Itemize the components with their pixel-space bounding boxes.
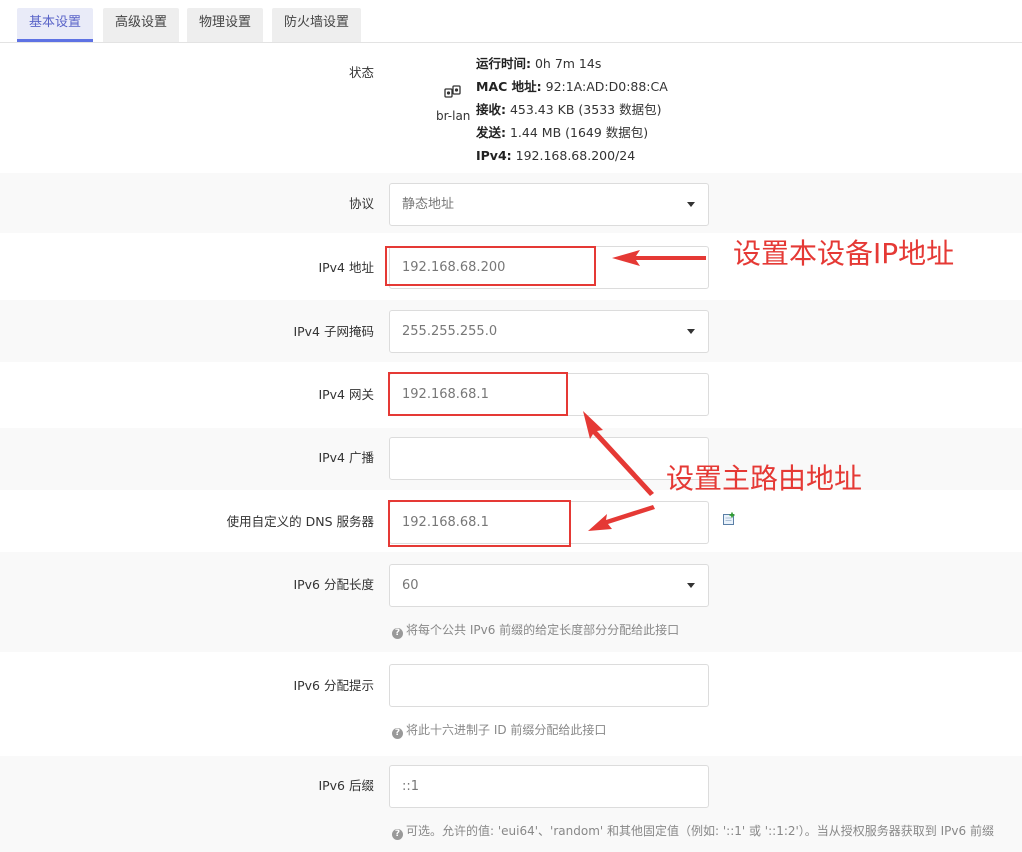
tab-advanced-settings[interactable]: 高级设置 bbox=[103, 8, 180, 42]
tab-basic-settings[interactable]: 基本设置 bbox=[17, 8, 94, 42]
ipv6-assign-label: IPv6 分配长度 bbox=[293, 577, 374, 592]
ipv4-broadcast-label: IPv4 广播 bbox=[318, 450, 374, 465]
ipv6-assign-select[interactable]: 60 bbox=[389, 564, 709, 607]
status-mac: MAC 地址: 92:1A:AD:D0:88:CA bbox=[476, 79, 668, 94]
ipv6-suffix-label: IPv6 后缀 bbox=[318, 778, 374, 793]
chevron-down-icon bbox=[687, 202, 695, 207]
network-bridge-icon bbox=[444, 85, 461, 98]
ipv6-assign-value: 60 bbox=[402, 578, 419, 593]
status-details: 运行时间: 0h 7m 14s MAC 地址: 92:1A:AD:D0:88:C… bbox=[476, 52, 668, 167]
ipv6-suffix-value: ::1 bbox=[402, 779, 420, 794]
chevron-down-icon bbox=[687, 583, 695, 588]
help-icon: ? bbox=[392, 728, 403, 739]
status-ipv4: IPv4: 192.168.68.200/24 bbox=[476, 148, 636, 163]
ipv4-gateway-label: IPv4 网关 bbox=[318, 387, 374, 402]
ipv4-address-value: 192.168.68.200 bbox=[402, 260, 506, 275]
help-icon: ? bbox=[392, 829, 403, 840]
ipv6-hint-help: ? 将此十六进制子 ID 前缀分配给此接口 bbox=[392, 721, 606, 739]
chevron-down-icon bbox=[687, 329, 695, 334]
ipv4-broadcast-input[interactable] bbox=[389, 437, 709, 480]
status-rx: 接收: 453.43 KB (3533 数据包) bbox=[476, 102, 662, 117]
ipv4-address-input[interactable]: 192.168.68.200 bbox=[389, 246, 709, 289]
tab-bar: 基本设置 高级设置 物理设置 防火墙设置 bbox=[0, 0, 1022, 43]
ipv4-netmask-select[interactable]: 255.255.255.0 bbox=[389, 310, 709, 353]
status-tx: 发送: 1.44 MB (1649 数据包) bbox=[476, 125, 649, 140]
ipv4-gateway-input[interactable]: 192.168.68.1 bbox=[389, 373, 709, 416]
dns-value: 192.168.68.1 bbox=[402, 515, 489, 530]
annotation-set-router: 设置主路由地址 bbox=[666, 462, 863, 495]
add-dns-icon[interactable] bbox=[722, 512, 736, 526]
ipv6-hint-input[interactable] bbox=[389, 664, 709, 707]
help-icon: ? bbox=[392, 628, 403, 639]
interface-name: br-lan bbox=[436, 109, 471, 123]
ipv4-netmask-label: IPv4 子网掩码 bbox=[293, 324, 374, 339]
tab-physical-settings[interactable]: 物理设置 bbox=[187, 8, 264, 42]
protocol-value: 静态地址 bbox=[402, 197, 455, 212]
ipv6-suffix-help: ? 可选。允许的值: 'eui64'、'random' 和其他固定值（例如: ':… bbox=[392, 822, 994, 840]
ipv6-assign-hint: ? 将每个公共 IPv6 前缀的给定长度部分分配给此接口 bbox=[392, 621, 679, 639]
protocol-label: 协议 bbox=[348, 196, 374, 211]
status-label: 状态 bbox=[348, 65, 374, 80]
tab-firewall-settings[interactable]: 防火墙设置 bbox=[272, 8, 362, 42]
protocol-select[interactable]: 静态地址 bbox=[389, 183, 709, 226]
dns-input[interactable]: 192.168.68.1 bbox=[389, 501, 709, 544]
ipv4-gateway-value: 192.168.68.1 bbox=[402, 387, 489, 402]
ipv6-hint-label: IPv6 分配提示 bbox=[293, 678, 374, 693]
annotation-set-ip: 设置本设备IP地址 bbox=[733, 237, 955, 270]
ipv6-suffix-input[interactable]: ::1 bbox=[389, 765, 709, 808]
status-uptime: 运行时间: 0h 7m 14s bbox=[476, 56, 602, 71]
ipv4-netmask-value: 255.255.255.0 bbox=[402, 324, 498, 339]
ipv4-address-label: IPv4 地址 bbox=[318, 260, 374, 275]
dns-label: 使用自定义的 DNS 服务器 bbox=[226, 514, 374, 529]
